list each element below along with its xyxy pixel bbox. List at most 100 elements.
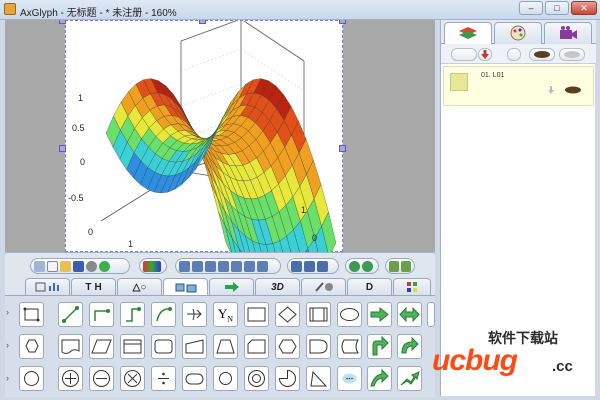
align-bottom-icon[interactable] (244, 260, 255, 272)
tab-electronics[interactable]: D (347, 278, 392, 295)
save-icon[interactable] (73, 260, 84, 272)
elbow-connector-tool[interactable] (89, 302, 114, 327)
process-tool[interactable] (306, 302, 331, 327)
circle-frame-tool[interactable] (19, 366, 44, 391)
tab-colors[interactable] (393, 278, 431, 295)
bend-arrow-tool[interactable] (367, 366, 392, 391)
open-folder-icon[interactable] (60, 260, 71, 272)
double-circle-tool[interactable] (244, 366, 269, 391)
add-layer-button[interactable] (451, 48, 477, 61)
y-tick-label: 1 (301, 205, 306, 215)
menu-button[interactable] (34, 260, 45, 272)
union-icon[interactable] (349, 260, 360, 272)
tab-flowchart[interactable] (163, 278, 208, 296)
connector-circle-tool[interactable] (213, 366, 238, 391)
straight-connector-tool[interactable] (58, 302, 83, 327)
resize-handle[interactable] (59, 20, 66, 24)
divide-tool[interactable] (151, 366, 176, 391)
rect-frame-tool[interactable] (19, 302, 44, 327)
clone-icon[interactable] (401, 260, 411, 272)
resize-handle[interactable] (59, 145, 66, 152)
maximize-button[interactable]: □ (545, 1, 569, 15)
align-center-icon[interactable] (192, 260, 203, 272)
visibility-eye-icon[interactable] (529, 48, 555, 61)
layer-visibility-icon[interactable] (562, 85, 584, 95)
tab-charts[interactable] (25, 278, 70, 295)
resize-handle[interactable] (199, 20, 206, 24)
resize-handle[interactable] (339, 145, 346, 152)
fork-connector-tool[interactable] (182, 302, 207, 327)
new-file-icon[interactable] (47, 260, 58, 272)
drawing-canvas[interactable]: 1 0.5 0 -0.5 1 0 1 0 (5, 20, 435, 252)
summing-junction-tool[interactable] (58, 366, 83, 391)
arrow-right-tool[interactable] (367, 302, 392, 327)
trapezoid-tool[interactable] (213, 334, 238, 359)
predefined-process-tool[interactable] (120, 334, 145, 359)
row-expand-icon[interactable]: › (6, 340, 14, 350)
row-expand-icon[interactable]: › (6, 307, 14, 317)
tab-3d[interactable]: 3D (255, 278, 300, 295)
layers-icon (459, 27, 477, 39)
card-tool[interactable] (244, 334, 269, 359)
resize-handle[interactable] (339, 20, 346, 24)
settings-gear-icon[interactable] (86, 260, 97, 272)
color-grid-icon (407, 282, 417, 292)
delay-tool[interactable] (306, 334, 331, 359)
align-left-icon[interactable] (179, 260, 190, 272)
tab-pen[interactable] (301, 278, 346, 295)
grid-color-icon[interactable] (143, 260, 161, 272)
x-tick-label: 0 (88, 227, 93, 237)
terminator-tool[interactable] (182, 366, 207, 391)
align-top-icon[interactable] (218, 260, 229, 272)
row-expand-icon[interactable]: › (6, 373, 14, 383)
align-middle-icon[interactable] (231, 260, 242, 272)
move-up-disabled-icon[interactable] (507, 48, 521, 61)
double-arrow-tool[interactable] (397, 302, 422, 327)
minimize-button[interactable]: – (519, 1, 543, 15)
group-icon[interactable] (317, 260, 328, 272)
duplicate-icon[interactable] (389, 260, 399, 272)
tab-layers[interactable] (444, 22, 492, 45)
step-connector-tool[interactable] (120, 302, 145, 327)
tab-camera[interactable] (544, 22, 592, 44)
intersect-icon[interactable] (362, 260, 373, 272)
manual-input-tool[interactable] (182, 334, 207, 359)
yn-decision-tool[interactable]: YN (213, 302, 238, 327)
tab-arrows[interactable] (209, 278, 254, 295)
pie-shape-tool[interactable] (275, 366, 300, 391)
turn-arrow-tool[interactable] (367, 334, 392, 359)
x-tick-label: 1 (128, 239, 133, 249)
minus-circle-tool[interactable] (89, 366, 114, 391)
surface-plot[interactable]: 1 0.5 0 -0.5 1 0 1 0 (66, 21, 344, 252)
bring-front-icon[interactable] (291, 260, 302, 272)
align-right-icon[interactable] (205, 260, 216, 272)
move-down-icon[interactable] (478, 48, 492, 61)
callout-tool[interactable] (337, 366, 362, 391)
ellipse-tool[interactable] (337, 302, 362, 327)
close-button[interactable]: ✕ (571, 1, 597, 15)
document-tool[interactable] (58, 334, 83, 359)
triangle-tool[interactable] (306, 366, 331, 391)
distribute-icon[interactable] (257, 260, 268, 272)
rectangle-tool[interactable] (244, 302, 269, 327)
hexagon-frame-tool[interactable] (19, 334, 44, 359)
help-icon[interactable] (99, 260, 110, 272)
layer-item[interactable]: 01. L01 (443, 66, 594, 106)
tab-text[interactable]: TH (71, 278, 116, 295)
parallelogram-tool[interactable] (89, 334, 114, 359)
tab-palette[interactable] (494, 22, 542, 44)
lock-eye-icon[interactable] (559, 48, 585, 61)
rounded-rect-tool[interactable] (151, 334, 176, 359)
or-circle-tool[interactable] (120, 366, 145, 391)
order-toolbar-group (287, 258, 339, 274)
layer-down-icon[interactable] (546, 85, 556, 95)
stored-data-tool[interactable] (337, 334, 362, 359)
send-back-icon[interactable] (304, 260, 315, 272)
tool-palette: › › › YN (5, 295, 435, 397)
diamond-tool[interactable] (275, 302, 300, 327)
hexagon-tool[interactable] (275, 334, 300, 359)
curved-arrow-tool[interactable] (397, 334, 422, 359)
tab-shapes[interactable]: △○ (117, 278, 162, 295)
curve-connector-tool[interactable] (151, 302, 176, 327)
zigzag-arrow-tool[interactable] (397, 366, 422, 391)
